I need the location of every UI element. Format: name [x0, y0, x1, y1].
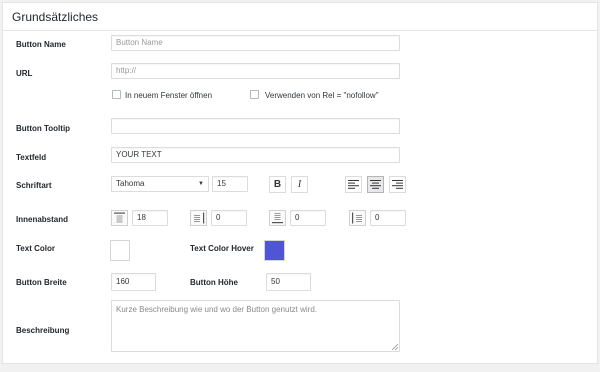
tooltip-label: Button Tooltip — [16, 124, 71, 133]
nofollow-checkbox[interactable] — [250, 90, 259, 99]
align-left-icon — [348, 180, 359, 189]
text-color-hover-swatch[interactable] — [264, 240, 285, 261]
button-hoehe-label: Button Höhe — [190, 278, 238, 287]
align-center-icon — [370, 180, 381, 189]
italic-button[interactable]: I — [291, 176, 308, 193]
padding-top-icon — [111, 210, 128, 226]
text-color-hover-label: Text Color Hover — [190, 244, 254, 253]
padding-right-icon — [190, 210, 207, 226]
padding-top-input[interactable]: 18 — [132, 210, 168, 226]
panel-header: Grundsätzliches — [3, 3, 597, 31]
url-label: URL — [16, 69, 33, 78]
nofollow-label: Verwenden von Rel = "nofollow" — [265, 91, 379, 100]
button-name-label: Button Name — [16, 40, 66, 49]
font-size-input[interactable]: 15 — [212, 176, 248, 192]
align-right-button[interactable] — [389, 176, 406, 193]
button-name-input[interactable]: Button Name — [111, 35, 400, 51]
button-breite-label: Button Breite — [16, 278, 67, 287]
button-hoehe-input[interactable]: 50 — [266, 273, 311, 291]
beschreibung-label: Beschreibung — [16, 326, 70, 335]
align-center-button[interactable] — [367, 176, 384, 193]
bold-button[interactable]: B — [269, 176, 286, 193]
padding-right-input[interactable]: 0 — [211, 210, 247, 226]
schriftart-label: Schriftart — [16, 181, 52, 190]
url-input[interactable]: http:// — [111, 63, 400, 79]
button-breite-input[interactable]: 160 — [111, 273, 156, 291]
textfeld-input[interactable]: YOUR TEXT — [111, 147, 400, 163]
textfeld-label: Textfeld — [16, 153, 47, 162]
padding-left-input[interactable]: 0 — [370, 210, 406, 226]
align-left-button[interactable] — [345, 176, 362, 193]
padding-bottom-input[interactable]: 0 — [290, 210, 326, 226]
tooltip-input[interactable] — [111, 118, 400, 134]
new-window-label: In neuem Fenster öffnen — [125, 91, 213, 100]
text-color-label: Text Color — [16, 244, 55, 253]
chevron-down-icon: ▼ — [198, 181, 204, 187]
section-title: Grundsätzliches — [12, 10, 99, 24]
padding-left-icon — [349, 210, 366, 226]
font-family-value: Tahoma — [116, 179, 145, 188]
new-window-checkbox[interactable] — [112, 90, 121, 99]
innenabstand-label: Innenabstand — [16, 215, 69, 224]
beschreibung-placeholder: Kurze Beschreibung wie und wo der Button… — [116, 305, 318, 314]
resize-handle-icon[interactable] — [392, 344, 398, 350]
font-family-select[interactable]: Tahoma ▼ — [111, 176, 209, 192]
padding-bottom-icon — [269, 210, 286, 226]
text-color-swatch[interactable] — [110, 240, 130, 261]
align-right-icon — [392, 180, 403, 189]
beschreibung-textarea[interactable]: Kurze Beschreibung wie und wo der Button… — [111, 300, 400, 352]
